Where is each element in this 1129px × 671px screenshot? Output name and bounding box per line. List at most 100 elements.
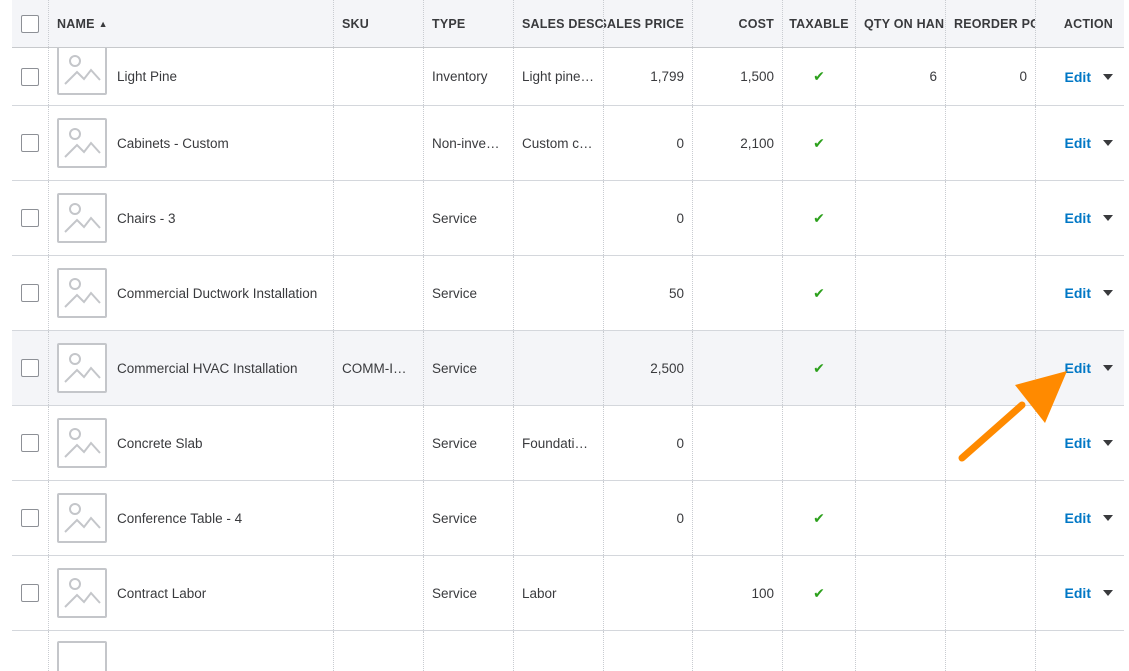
sku-cell [333, 406, 423, 480]
row-select-cell [12, 256, 48, 330]
item-name: Cabinets - Custom [117, 135, 229, 151]
image-placeholder-icon[interactable] [57, 568, 107, 618]
taxable-cell: ✔ [782, 48, 855, 105]
sales-description-cell [513, 256, 603, 330]
chevron-down-icon[interactable] [1103, 590, 1113, 596]
edit-link[interactable]: Edit [1065, 210, 1091, 226]
row-select-cell [12, 481, 48, 555]
action-cell: Edit [1035, 556, 1123, 630]
qty-on-hand-cell [855, 481, 945, 555]
column-header-action-label: ACTION [1063, 16, 1113, 31]
image-placeholder-icon[interactable] [57, 118, 107, 168]
row-checkbox[interactable] [21, 134, 39, 152]
column-header-reorder-point[interactable]: REORDER POI [945, 0, 1035, 47]
cost-cell [692, 256, 782, 330]
column-header-sku-label: SKU [342, 16, 369, 31]
edit-link[interactable]: Edit [1065, 360, 1091, 376]
image-placeholder-icon[interactable] [57, 48, 107, 95]
sales-description-cell: Light pine… [513, 48, 603, 105]
sales-price-cell: 1,799 [603, 48, 692, 105]
taxable-cell: ✔ [782, 556, 855, 630]
action-cell: Edit [1035, 331, 1123, 405]
image-placeholder-icon[interactable] [57, 268, 107, 318]
edit-link[interactable]: Edit [1065, 69, 1091, 85]
table-body: Light Pine Inventory Light pine… 1,799 1,500… [12, 48, 1124, 671]
sku-cell: COMM-I… [333, 331, 423, 405]
edit-link[interactable]: Edit [1065, 135, 1091, 151]
qty-on-hand-cell [855, 181, 945, 255]
column-header-sku[interactable]: SKU [333, 0, 423, 47]
item-name: Commercial Ductwork Installation [117, 285, 318, 301]
sales-price-cell: 0 [603, 106, 692, 180]
column-header-type[interactable]: TYPE [423, 0, 513, 47]
reorder-point-cell [945, 406, 1035, 480]
qty-on-hand-cell [855, 256, 945, 330]
chevron-down-icon[interactable] [1103, 515, 1113, 521]
chevron-down-icon[interactable] [1103, 290, 1113, 296]
chevron-down-icon[interactable] [1103, 365, 1113, 371]
column-header-qty-on-hand[interactable]: QTY ON HAND [855, 0, 945, 47]
table-row[interactable]: Commercial Ductwork Installation Service 5… [12, 256, 1124, 331]
row-checkbox[interactable] [21, 509, 39, 527]
table-row[interactable]: Commercial HVAC Installation COMM-I… Servi… [12, 331, 1124, 406]
type-cell: Service [423, 331, 513, 405]
column-header-sales-description[interactable]: SALES DESCR [513, 0, 603, 47]
qty-on-hand-cell [855, 406, 945, 480]
column-header-cost[interactable]: COST [692, 0, 782, 47]
edit-link[interactable]: Edit [1065, 435, 1091, 451]
chevron-down-icon[interactable] [1103, 140, 1113, 146]
cost-cell-value: 1,500 [740, 69, 774, 84]
taxable-cell: ✔ [782, 106, 855, 180]
row-checkbox[interactable] [21, 584, 39, 602]
image-placeholder-icon[interactable] [57, 193, 107, 243]
edit-link[interactable]: Edit [1065, 585, 1091, 601]
checkmark-icon: ✔ [813, 209, 825, 226]
table-row[interactable]: Concrete Slab Service Foundati… 0 Edit [12, 406, 1124, 481]
table-row[interactable]: Contract Labor Service Labor 100 ✔ Edit [12, 556, 1124, 631]
sku-cell [333, 256, 423, 330]
sales-description-cell: Foundati… [513, 406, 603, 480]
row-checkbox[interactable] [21, 209, 39, 227]
reorder-point-cell [945, 331, 1035, 405]
column-header-taxable[interactable]: TAXABLE [782, 0, 855, 47]
image-placeholder-icon[interactable] [57, 343, 107, 393]
sales-price-cell-value: 50 [668, 285, 684, 301]
table-row[interactable]: Chairs - 3 Service 0 ✔ Edit [12, 181, 1124, 256]
table-row[interactable]: Conference Table - 4 Service 0 ✔ Edit [12, 481, 1124, 556]
name-cell [48, 631, 333, 671]
checkmark-icon: ✔ [813, 584, 825, 601]
name-cell: Cabinets - Custom [48, 106, 333, 180]
type-cell: Service [423, 481, 513, 555]
type-cell: Service [423, 256, 513, 330]
row-checkbox[interactable] [21, 434, 39, 452]
taxable-cell: ✔ [782, 256, 855, 330]
chevron-down-icon[interactable] [1103, 440, 1113, 446]
row-checkbox[interactable] [21, 67, 39, 86]
table-row[interactable]: Cabinets - Custom Non-inve… Custom c… 0 2,10… [12, 106, 1124, 181]
row-checkbox[interactable] [21, 359, 39, 377]
reorder-point-value: 0 [1019, 69, 1027, 84]
qty-on-hand-cell [855, 331, 945, 405]
column-header-sales-price[interactable]: SALES PRICE [603, 0, 692, 47]
type-cell-value: Service [432, 285, 478, 301]
select-all-checkbox[interactable] [21, 14, 39, 33]
action-cell: Edit [1035, 481, 1123, 555]
column-header-type-label: TYPE [432, 16, 466, 31]
sales-price-cell: 50 [603, 256, 692, 330]
table-row[interactable]: Light Pine Inventory Light pine… 1,799 1,500… [12, 48, 1124, 106]
image-placeholder-icon[interactable] [57, 493, 107, 543]
taxable-cell [782, 631, 855, 671]
column-header-name[interactable]: NAME ▲ [48, 0, 333, 47]
cost-cell [692, 481, 782, 555]
image-placeholder-icon[interactable] [57, 418, 107, 468]
chevron-down-icon[interactable] [1103, 215, 1113, 221]
edit-link[interactable]: Edit [1065, 510, 1091, 526]
sales-description-cell: Labor [513, 556, 603, 630]
row-checkbox[interactable] [21, 284, 39, 302]
cost-cell: 1,500 [692, 48, 782, 105]
sales-description-cell [513, 631, 603, 671]
edit-link[interactable]: Edit [1065, 285, 1091, 301]
chevron-down-icon[interactable] [1103, 73, 1113, 80]
row-select-cell [12, 48, 48, 105]
sales-price-cell-value: 0 [676, 210, 684, 226]
